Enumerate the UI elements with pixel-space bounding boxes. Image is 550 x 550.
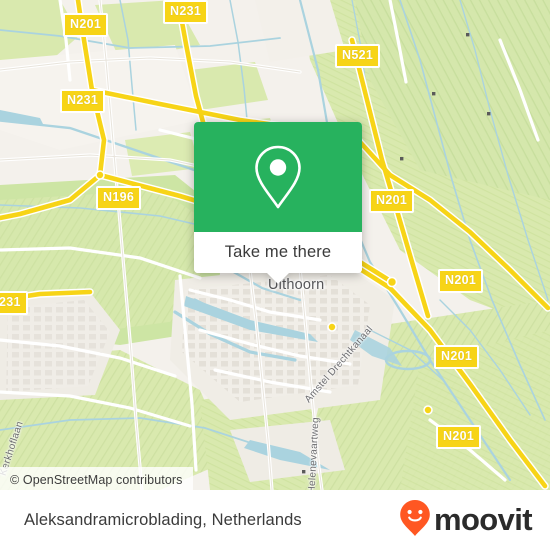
road-shield-231[interactable]: 231	[0, 291, 28, 315]
take-me-there-button[interactable]: Take me there	[194, 232, 362, 273]
map-callout-popup[interactable]: Take me there	[194, 122, 362, 284]
map-canvas[interactable]: N201 N231 N521 N231 N196 N201 N201 231 N…	[0, 0, 550, 490]
callout-marker-panel	[194, 122, 362, 232]
moovit-wordmark: moovit	[433, 501, 533, 537]
moovit-map-share-card: N201 N231 N521 N231 N196 N201 N201 231 N…	[0, 0, 550, 550]
moovit-smiley-pin-icon	[399, 499, 431, 542]
road-shield-n231-2[interactable]: N231	[60, 89, 106, 113]
road-shield-n521[interactable]: N521	[335, 44, 381, 68]
road-shield-n201-3[interactable]: N201	[438, 269, 484, 293]
callout-tail	[267, 273, 289, 284]
osm-attribution[interactable]: © OpenStreetMap contributors	[0, 467, 193, 490]
road-shield-n196[interactable]: N196	[96, 186, 142, 210]
road-shield-n201-1[interactable]: N201	[63, 13, 109, 37]
callout-inner: Take me there	[194, 122, 362, 273]
road-shield-n201-5[interactable]: N201	[436, 425, 482, 449]
road-shield-n201-2[interactable]: N201	[369, 189, 415, 213]
footer-bar: Aleksandramicroblading, Netherlands moov…	[0, 490, 550, 550]
road-shield-n201-4[interactable]: N201	[434, 345, 480, 369]
map-pin-icon	[250, 143, 306, 211]
moovit-logo[interactable]: moovit	[399, 499, 533, 542]
road-shield-n231-1[interactable]: N231	[163, 0, 209, 24]
location-title: Aleksandramicroblading, Netherlands	[24, 510, 302, 529]
